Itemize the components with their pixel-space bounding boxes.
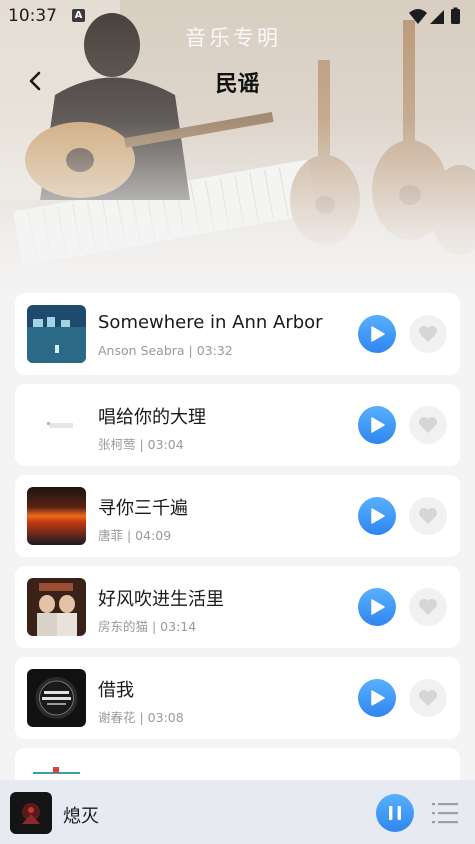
hero-banner: 音乐专明 (0, 0, 475, 300)
favorite-button[interactable] (409, 497, 447, 535)
play-icon (371, 326, 385, 342)
song-item[interactable]: 借我 谢春花 | 03:08 (15, 657, 460, 739)
song-cover (27, 487, 86, 545)
favorite-button[interactable] (409, 588, 447, 626)
song-title: 借我 (98, 680, 134, 701)
heart-icon (419, 508, 437, 524)
heart-icon (419, 599, 437, 615)
play-button[interactable] (358, 588, 396, 626)
play-icon (371, 690, 385, 706)
wifi-icon (409, 9, 427, 24)
pause-button[interactable] (376, 794, 414, 832)
mini-player-title: 熄灭 (63, 806, 99, 827)
status-time: 10:37 (8, 6, 57, 26)
song-meta: 唐菲 | 04:09 (98, 528, 172, 543)
song-title: 寻你三千遍 (98, 498, 188, 519)
play-icon (371, 599, 385, 615)
song-meta: 房东的猫 | 03:14 (98, 619, 197, 634)
heart-icon (419, 417, 437, 433)
play-button[interactable] (358, 315, 396, 353)
notification-icon: A (72, 9, 85, 22)
favorite-button[interactable] (409, 315, 447, 353)
play-button[interactable] (358, 497, 396, 535)
song-meta: 谢春花 | 03:08 (98, 710, 184, 725)
play-button[interactable] (358, 679, 396, 717)
song-title: 好风吹进生活里 (98, 589, 224, 610)
song-cover (27, 396, 86, 454)
song-item[interactable]: 寻你三千遍 唐菲 | 04:09 (15, 475, 460, 557)
song-cover (27, 669, 86, 727)
song-meta: 张柯莺 | 03:04 (98, 437, 184, 452)
mini-player-cover[interactable] (10, 792, 52, 834)
song-cover (27, 305, 86, 363)
song-item[interactable]: 好风吹进生活里 房东的猫 | 03:14 (15, 566, 460, 648)
page-title: 民谣 (215, 72, 260, 97)
song-title: 唱给你的大理 (98, 407, 206, 428)
system-icons (409, 7, 460, 24)
play-icon (371, 508, 385, 524)
play-button[interactable] (358, 406, 396, 444)
status-bar: 10:37 A (0, 0, 475, 32)
heart-icon (419, 690, 437, 706)
heart-icon (419, 326, 437, 342)
song-item[interactable]: 唱给你的大理 张柯莺 | 03:04 (15, 384, 460, 466)
play-icon (371, 417, 385, 433)
battery-icon (451, 7, 460, 24)
song-cover (27, 578, 86, 636)
mini-player[interactable]: 熄灭 (0, 780, 475, 844)
song-title: Somewhere in Ann Arbor (98, 312, 323, 333)
playlist-icon[interactable] (430, 800, 460, 826)
favorite-button[interactable] (409, 406, 447, 444)
song-meta: Anson Seabra | 03:32 (98, 343, 233, 358)
pause-icon (389, 806, 401, 820)
song-item[interactable]: Somewhere in Ann Arbor Anson Seabra | 03… (15, 293, 460, 375)
signal-icon (430, 10, 444, 24)
favorite-button[interactable] (409, 679, 447, 717)
